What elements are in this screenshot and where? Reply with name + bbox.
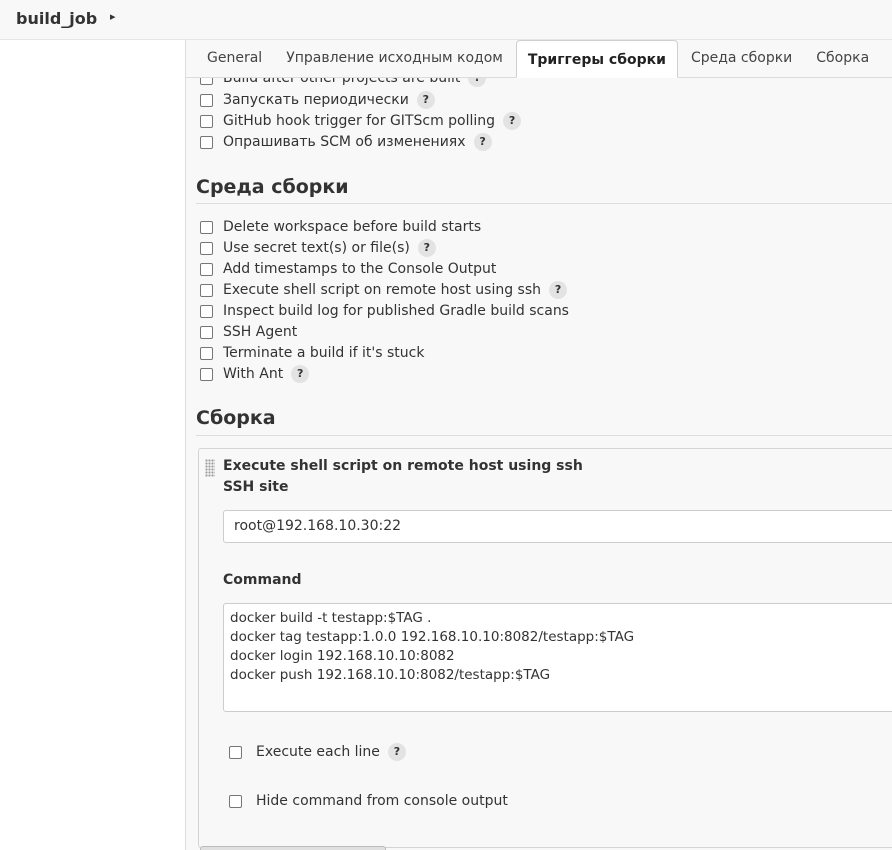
trigger-option[interactable]: Запускать периодически ? [200, 90, 435, 110]
hide-command-label: Hide command from console output [256, 793, 508, 809]
env-option[interactable]: Execute shell script on remote host usin… [200, 280, 568, 300]
help-icon[interactable]: ? [503, 112, 522, 130]
config-tabs: General Управление исходным кодом Тригге… [186, 40, 892, 78]
env-option[interactable]: Delete workspace before build starts [200, 217, 481, 237]
trigger-checkbox[interactable] [200, 135, 213, 149]
command-line: docker login 192.168.10.10:8082 [230, 648, 455, 664]
env-label: Delete workspace before build starts [223, 219, 482, 235]
trigger-option[interactable]: Опрашивать SCM об изменениях ? [200, 132, 492, 152]
env-label: With Ant [223, 366, 284, 382]
tab-post-build[interactable]: П [882, 40, 892, 77]
env-option[interactable]: With Ant ? [200, 364, 310, 384]
help-icon[interactable]: ? [549, 281, 568, 299]
ssh-site-label: SSH site [223, 479, 289, 495]
env-option[interactable]: Terminate a build if it's stuck [200, 343, 424, 363]
drag-handle-icon[interactable] [205, 459, 215, 477]
caret-right-icon[interactable]: ▸ [110, 10, 116, 23]
tab-general[interactable]: General [196, 40, 273, 77]
env-checkbox[interactable] [200, 346, 213, 360]
env-option[interactable]: Add timestamps to the Console Output [200, 259, 496, 279]
env-label: Terminate a build if it's stuck [223, 345, 425, 361]
section-divider [196, 203, 892, 204]
execute-each-line-label: Execute each line [256, 744, 380, 760]
trigger-option[interactable]: GitHub hook trigger for GITScm polling ? [200, 111, 522, 131]
section-divider [196, 435, 892, 436]
breadcrumb-job-link[interactable]: build_job [16, 9, 97, 28]
command-label: Command [223, 572, 302, 588]
help-icon[interactable]: ? [387, 743, 406, 761]
command-line: docker build -t testapp:$TAG . [230, 610, 432, 626]
command-textarea[interactable]: docker build -t testapp:$TAG . docker ta… [223, 603, 892, 712]
tab-scm[interactable]: Управление исходным кодом [275, 40, 514, 77]
hide-command-option[interactable]: Hide command from console output [229, 791, 508, 811]
command-line: docker tag testapp:1.0.0 192.168.10.10:8… [230, 629, 635, 645]
tab-build[interactable]: Сборка [805, 40, 880, 77]
command-line: docker push 192.168.10.10:8082/testapp:$… [230, 667, 551, 683]
build-step-title: Execute shell script on remote host usin… [223, 458, 583, 474]
env-checkbox[interactable] [200, 367, 213, 381]
tab-build-triggers[interactable]: Триггеры сборки [515, 40, 678, 78]
trigger-label: GitHub hook trigger for GITScm polling [223, 113, 496, 129]
help-icon[interactable]: ? [417, 239, 436, 257]
tab-build-environment[interactable]: Среда сборки [680, 40, 803, 77]
env-option[interactable]: Use secret text(s) or file(s) ? [200, 238, 436, 258]
env-label: Inspect build log for published Gradle b… [223, 303, 569, 319]
env-checkbox[interactable] [200, 304, 213, 318]
ssh-site-select[interactable]: root@192.168.10.30:22 [223, 510, 892, 543]
section-title-build: Сборка [196, 407, 276, 429]
breadcrumb-bar: build_job ▸ [0, 0, 892, 40]
env-checkbox[interactable] [200, 325, 213, 339]
env-option[interactable]: Inspect build log for published Gradle b… [200, 301, 569, 321]
trigger-label: Запускать периодически [223, 92, 409, 108]
help-icon[interactable]: ? [416, 91, 435, 109]
help-icon[interactable]: ? [291, 365, 310, 383]
help-icon[interactable]: ? [473, 133, 492, 151]
config-main: General Управление исходным кодом Тригге… [185, 40, 892, 850]
env-checkbox[interactable] [200, 220, 213, 234]
hide-command-checkbox[interactable] [229, 794, 242, 808]
env-checkbox[interactable] [200, 283, 213, 297]
trigger-checkbox[interactable] [200, 114, 213, 128]
execute-each-line-checkbox[interactable] [229, 745, 242, 759]
trigger-checkbox[interactable] [200, 93, 213, 107]
add-build-step-button[interactable] [200, 846, 386, 850]
env-label: SSH Agent [223, 324, 298, 340]
section-title-build-environment: Среда сборки [196, 176, 349, 198]
env-checkbox[interactable] [200, 241, 213, 255]
env-label: Execute shell script on remote host usin… [223, 282, 542, 298]
trigger-label: Опрашивать SCM об изменениях [223, 134, 466, 150]
execute-each-line-option[interactable]: Execute each line ? [229, 742, 406, 762]
env-option[interactable]: SSH Agent [200, 322, 297, 342]
build-step-ssh: Execute shell script on remote host usin… [198, 448, 892, 848]
env-label: Add timestamps to the Console Output [223, 261, 497, 277]
env-label: Use secret text(s) or file(s) [223, 240, 410, 256]
env-checkbox[interactable] [200, 262, 213, 276]
sidebar [0, 40, 185, 850]
